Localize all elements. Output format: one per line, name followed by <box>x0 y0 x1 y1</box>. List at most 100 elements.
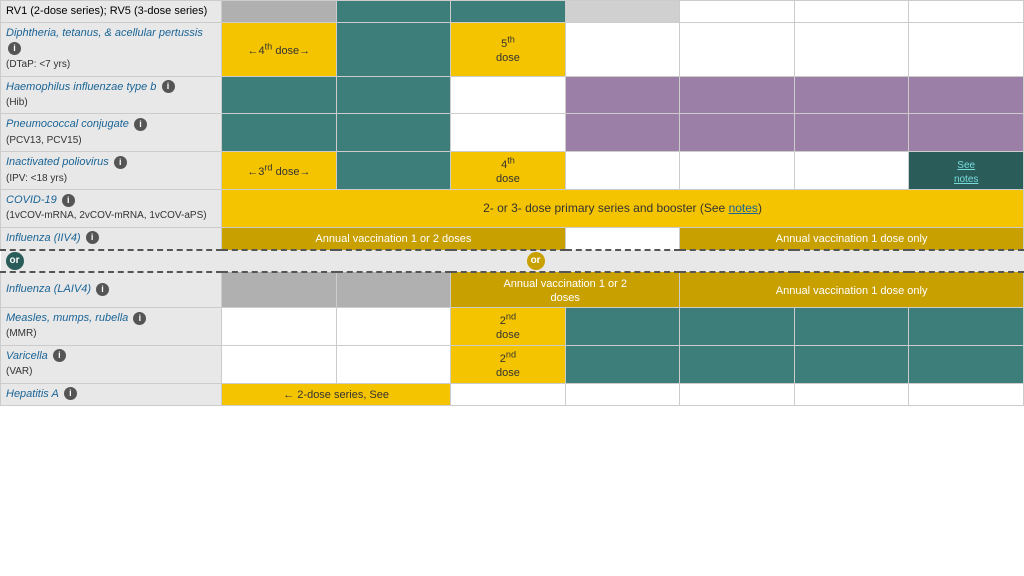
iiv4-left-cell: Annual vaccination 1 or 2 doses <box>222 227 566 250</box>
pcv-col5 <box>680 114 795 152</box>
mmr-col1 <box>222 308 337 346</box>
table-row: Inactivated poliovirus i (IPV: <18 yrs) … <box>1 152 1024 190</box>
vaccine-name-pcv: Pneumococcal conjugate i (PCV13, PCV15) <box>1 114 222 152</box>
ipv-info-icon[interactable]: i <box>114 156 127 169</box>
vaccine-name-ipv: Inactivated poliovirus i (IPV: <18 yrs) <box>1 152 222 190</box>
hib-col5 <box>680 76 795 114</box>
laiv4-col1 <box>222 272 337 308</box>
hib-col6 <box>794 76 909 114</box>
ipv-col3: 4thdose <box>451 152 566 190</box>
mmr-link[interactable]: Measles, mumps, rubella <box>6 312 128 324</box>
hib-info-icon[interactable]: i <box>162 80 175 93</box>
laiv4-link[interactable]: Influenza (LAIV4) <box>6 283 91 295</box>
varicella-info-icon[interactable]: i <box>53 349 66 362</box>
hepa-col6 <box>909 383 1024 405</box>
var-col3: 2nddose <box>451 345 566 383</box>
covid-link[interactable]: COVID-19 <box>6 194 57 206</box>
mmr-info-icon[interactable]: i <box>133 312 146 325</box>
hib-link[interactable]: Haemophilus influenzae type b <box>6 81 156 93</box>
iiv4-right-cell: Annual vaccination 1 dose only <box>680 227 1024 250</box>
ipv-col2 <box>336 152 451 190</box>
pcv-col1 <box>222 114 337 152</box>
or-separator-row: or or <box>1 250 1024 272</box>
or-label-cell: or <box>1 250 222 272</box>
vaccine-name-hepa: Hepatitis A i <box>1 383 222 405</box>
iiv4-info-icon[interactable]: i <box>86 231 99 244</box>
table-row: Measles, mumps, rubella i (MMR) 2nddose <box>1 308 1024 346</box>
covid-span-cell: 2- or 3- dose primary series and booster… <box>222 189 1024 227</box>
rv-col3 <box>451 1 566 23</box>
dtap-col7 <box>909 23 1024 76</box>
dtap-col3: 5thdose <box>451 23 566 76</box>
var-col5 <box>680 345 795 383</box>
iiv4-link[interactable]: Influenza (IIV4) <box>6 232 81 244</box>
rv-col1 <box>222 1 337 23</box>
vaccine-name-mmr: Measles, mumps, rubella i (MMR) <box>1 308 222 346</box>
hepa-col5 <box>794 383 909 405</box>
pcv-col6 <box>794 114 909 152</box>
mmr-col7 <box>909 308 1024 346</box>
or-spacer: or <box>222 250 1024 272</box>
rv-col7 <box>909 1 1024 23</box>
dtap-info-icon[interactable]: i <box>8 42 21 55</box>
pcv-col7 <box>909 114 1024 152</box>
hepa-col3 <box>565 383 680 405</box>
hib-col3 <box>451 76 566 114</box>
table-row: Influenza (IIV4) i Annual vaccination 1 … <box>1 227 1024 250</box>
vaccine-name-covid: COVID-19 i (1vCOV-mRNA, 2vCOV-mRNA, 1vCO… <box>1 189 222 227</box>
laiv4-col2 <box>336 272 451 308</box>
table-row: Hepatitis A i ← 2-dose series, See <box>1 383 1024 405</box>
vaccine-name-laiv4: Influenza (LAIV4) i <box>1 272 222 308</box>
laiv4-info-icon[interactable]: i <box>96 283 109 296</box>
iiv4-mid-cell <box>565 227 680 250</box>
var-col2 <box>336 345 451 383</box>
dtap-link[interactable]: Diphtheria, tetanus, & acellular pertuss… <box>6 27 203 39</box>
hib-col1 <box>222 76 337 114</box>
dtap-col4 <box>565 23 680 76</box>
ipv-col7: Seenotes <box>909 152 1024 190</box>
vaccine-name-iiv4: Influenza (IIV4) i <box>1 227 222 250</box>
hib-col7 <box>909 76 1024 114</box>
laiv4-right-cell: Annual vaccination 1 dose only <box>680 272 1024 308</box>
rv-col2 <box>336 1 451 23</box>
or-badge: or <box>6 252 24 270</box>
dtap-col1: ←4th dose→ <box>222 23 337 76</box>
table-row: Haemophilus influenzae type b i (Hib) <box>1 76 1024 114</box>
ipv-col1: ←3rd dose→ <box>222 152 337 190</box>
rv-col6 <box>794 1 909 23</box>
table-row: RV1 (2-dose series); RV5 (3-dose series) <box>1 1 1024 23</box>
table-row: Diphtheria, tetanus, & acellular pertuss… <box>1 23 1024 76</box>
var-col4 <box>565 345 680 383</box>
vaccine-name-varicella: Varicella i (VAR) <box>1 345 222 383</box>
hib-col2 <box>336 76 451 114</box>
hepa-info-icon[interactable]: i <box>64 387 77 400</box>
table-row: COVID-19 i (1vCOV-mRNA, 2vCOV-mRNA, 1vCO… <box>1 189 1024 227</box>
vaccine-name-hib: Haemophilus influenzae type b i (Hib) <box>1 76 222 114</box>
dtap-col5 <box>680 23 795 76</box>
vaccine-schedule-table: RV1 (2-dose series); RV5 (3-dose series)… <box>0 0 1024 406</box>
hepa-col4 <box>680 383 795 405</box>
covid-info-icon[interactable]: i <box>62 194 75 207</box>
covid-notes-link[interactable]: notes <box>729 201 758 215</box>
dtap-col2 <box>336 23 451 76</box>
ipv-see-notes-link[interactable]: Seenotes <box>954 160 978 185</box>
table-row: Influenza (LAIV4) i Annual vaccination 1… <box>1 272 1024 308</box>
var-col7 <box>909 345 1024 383</box>
table-row: Pneumococcal conjugate i (PCV13, PCV15) <box>1 114 1024 152</box>
table-row: Varicella i (VAR) 2nddose <box>1 345 1024 383</box>
pcv-col3 <box>451 114 566 152</box>
ipv-link[interactable]: Inactivated poliovirus <box>6 156 109 168</box>
hepa-col2 <box>451 383 566 405</box>
vaccine-name-rv: RV1 (2-dose series); RV5 (3-dose series) <box>1 1 222 23</box>
hepa-col1: ← 2-dose series, See <box>222 383 451 405</box>
rv-col5 <box>680 1 795 23</box>
pcv-link[interactable]: Pneumococcal conjugate <box>6 118 129 130</box>
or-badge-yellow: or <box>527 252 545 270</box>
ipv-col5 <box>680 152 795 190</box>
varicella-link[interactable]: Varicella <box>6 350 48 362</box>
hepa-link[interactable]: Hepatitis A <box>6 388 59 400</box>
mmr-col5 <box>680 308 795 346</box>
pcv-info-icon[interactable]: i <box>134 118 147 131</box>
mmr-col2 <box>336 308 451 346</box>
mmr-col3: 2nddose <box>451 308 566 346</box>
